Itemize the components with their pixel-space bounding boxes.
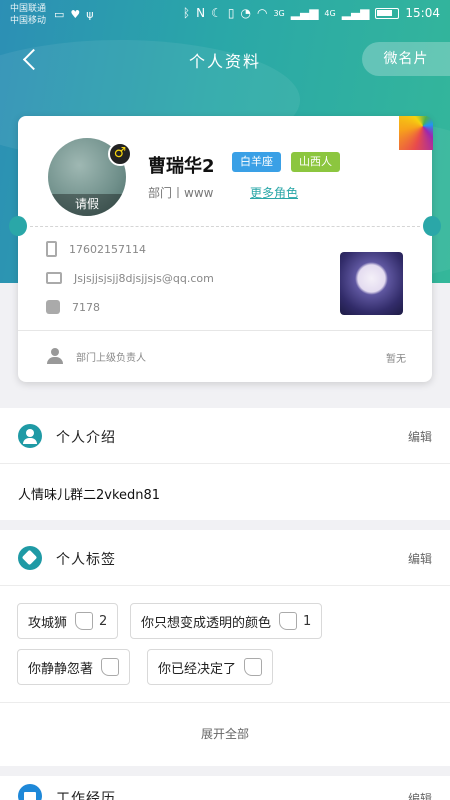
tags-section: 个人标签 编辑 攻城狮 2 你只想变成透明的颜色 1 你静静忽著 你已经决定了 … [0,530,450,766]
email-address: Jsjsjjsjsjj8djsjjsjs@qq.com [74,271,214,285]
micro-card-button[interactable]: 微名片 [362,42,450,76]
tag-label: 你只想变成透明的颜色 [141,615,272,631]
carrier-2: 中国移动 [10,16,47,26]
person-icon [46,348,64,364]
tag-chip[interactable]: 你静静忽著 [17,649,131,685]
notification-icons: ▭ ♥ ψ [54,8,94,21]
thumbs-up-icon[interactable] [75,612,94,630]
phone-number: 7178 [72,300,100,314]
tags-edit-button[interactable]: 编辑 [408,550,432,567]
mobile-number: 17602157114 [69,242,146,256]
tag-label: 你已经决定了 [158,661,237,677]
moon-icon: ☾ [211,6,222,20]
department-text: 部门丨www [148,186,214,200]
zodiac-badge: 白羊座 [232,152,281,172]
email-row[interactable]: Jsjsjjsjsjj8djsjjsjs@qq.com [46,267,214,289]
alarm-icon: ◔ [240,6,251,20]
work-header: 工作经历 编辑 [0,776,450,800]
tags-divider [0,702,450,703]
tags-header: 个人标签 编辑 [0,530,450,586]
wifi-icon: ◠ [256,6,268,20]
battery-icon [375,7,400,19]
bluetooth-icon: ᛒ [182,6,191,20]
more-roles-link[interactable]: 更多角色 [250,184,298,201]
tags-title: 个人标签 [56,552,116,568]
phone-icon [46,300,60,314]
signal-icon: ▂▄▆ [290,6,319,20]
intro-header: 个人介绍 编辑 [0,408,450,464]
thumbs-up-icon[interactable] [101,658,120,676]
status-time: 15:04 [405,6,440,20]
phone-row[interactable]: 7178 [46,296,100,318]
tag-chip[interactable]: 攻城狮 2 [17,603,119,639]
male-icon: ♂ [108,142,132,166]
work-section: 工作经历 编辑 [0,776,450,800]
avatar-status-label: 请假 [48,194,126,216]
card-notch [423,216,441,236]
colorful-corner-icon[interactable] [399,116,433,150]
status-icons: ᛒ N ☾ ▯ ◔ ◠ 3G ▂▄▆ 4G ▂▄▆ 15:04 [183,6,440,20]
expand-all-button[interactable]: 展开全部 [0,725,450,742]
tag-like-count: 2 [99,613,108,629]
thumbs-up-icon[interactable] [244,658,263,676]
superior-value: 暂无 [386,354,406,365]
user-name: 曹瑞华2 [148,156,215,177]
heart-icon: ♥ [70,8,81,21]
intro-section: 个人介绍 编辑 人情味儿群二2vkedn81 [0,408,450,520]
nfc-icon: N [196,6,206,20]
person-icon [18,424,42,448]
top-bar: 个人资料 微名片 [0,36,450,82]
network-3g-label: 3G [273,8,285,18]
superior-label: 部门上级负责人 [76,352,146,364]
mobile-row[interactable]: 17602157114 [46,238,146,260]
intro-text: 人情味儿群二2vkedn81 [18,488,161,503]
mobile-icon [46,241,57,257]
status-bar: 中国联通 中国移动 ▭ ♥ ψ ᛒ N ☾ ▯ ◔ ◠ 3G ▂▄▆ 4G ▂▄… [0,0,450,32]
card-dashed-divider [30,226,420,227]
region-badge: 山西人 [291,152,340,172]
tag-icon [18,546,42,570]
tag-chip[interactable]: 你只想变成透明的颜色 1 [130,603,323,639]
car-icon: ▭ [54,8,65,21]
work-edit-button[interactable]: 编辑 [408,790,432,800]
profile-card: 请假 ♂ 曹瑞华2 白羊座 山西人 部门丨www 更多角色 1760215711… [9,116,441,382]
usb-icon: ψ [86,8,94,21]
thumbs-up-icon[interactable] [279,612,298,630]
work-title: 工作经历 [56,791,116,800]
card-divider [18,330,432,331]
card-notch [9,216,27,236]
intro-title: 个人介绍 [56,430,116,446]
signal-icon: ▂▄▆ [341,6,370,20]
tag-label: 攻城狮 [28,615,68,631]
profile-photo[interactable] [340,252,403,315]
intro-edit-button[interactable]: 编辑 [408,428,432,445]
network-4g-label: 4G [324,8,336,18]
tag-chip[interactable]: 你已经决定了 [147,649,274,685]
tag-label: 你静静忽著 [28,661,94,677]
vibrate-icon: ▯ [227,6,235,20]
carrier-info: 中国联通 中国移动 [10,3,46,27]
carrier-1: 中国联通 [10,4,47,14]
mail-icon [46,272,62,284]
superior-row: 部门上级负责人 [46,348,146,364]
briefcase-icon [18,784,42,800]
tag-like-count: 1 [303,613,312,629]
